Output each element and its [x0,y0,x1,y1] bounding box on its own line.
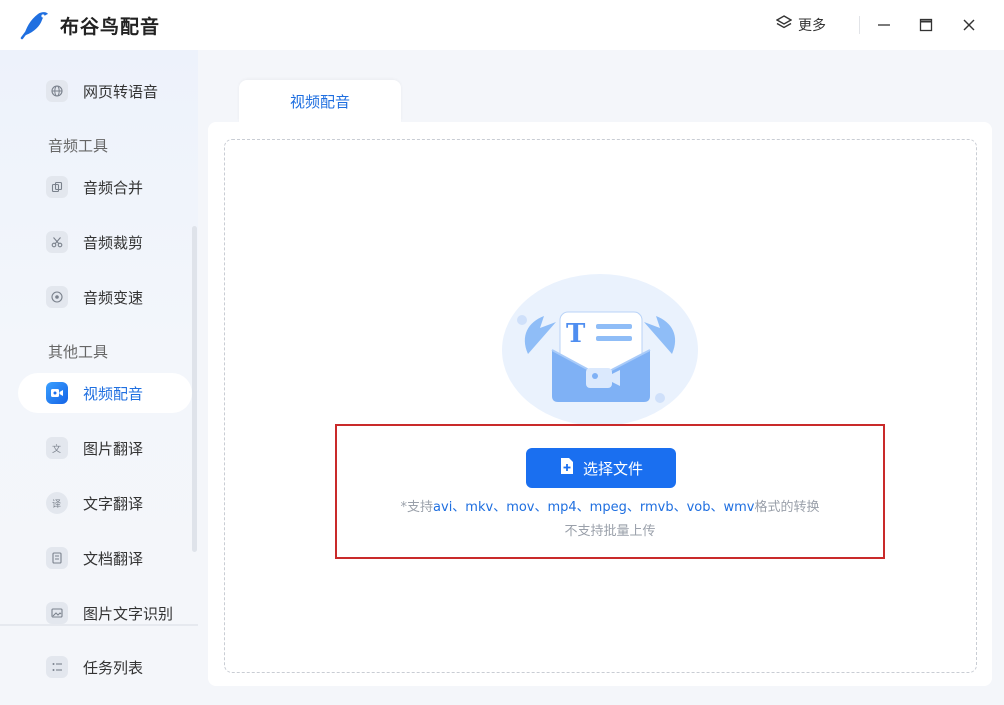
sidebar-item-audio-cut[interactable]: 音频裁剪 [18,222,192,262]
section-title-other-tools: 其他工具 [48,343,109,361]
sidebar-item-audio-speed[interactable]: 音频变速 [18,277,192,317]
titlebar-divider [859,16,860,34]
task-list-icon [46,656,68,678]
select-file-button[interactable]: 选择文件 [526,448,676,488]
scissors-icon [46,231,68,253]
speed-dial-icon [46,286,68,308]
sidebar-item-video-dubbing[interactable]: 视频配音 [18,373,192,413]
svg-text:T: T [566,319,586,349]
app-title: 布谷鸟配音 [60,16,161,38]
globe-icon [46,80,68,102]
title-bar: 布谷鸟配音 更多 [0,0,1004,50]
support-prefix: *支持 [400,500,434,515]
support-format-list: avi、mkv、mov、mp4、mpeg、rmvb、vob、wmv [433,500,755,515]
svg-text:译: 译 [52,499,61,509]
more-label: 更多 [798,18,826,34]
sidebar-item-label: 网页转语音 [83,83,159,101]
chat-translate-icon: 译 [46,492,68,514]
sidebar-item-image-translate[interactable]: 文 图片翻译 [18,428,192,468]
layers-icon [775,15,793,35]
tab-video-dubbing[interactable]: 视频配音 [239,80,401,122]
sidebar-item-label: 视频配音 [83,385,144,403]
sidebar-item-image-ocr[interactable]: 图片文字识别 [18,593,192,633]
sidebar-item-web-to-speech[interactable]: 网页转语音 [18,71,192,111]
image-ocr-icon [46,602,68,624]
sidebar-item-task-list[interactable]: 任务列表 [18,647,192,687]
support-suffix: 格式的转换 [754,500,820,515]
sidebar-divider [0,624,198,626]
image-translate-icon: 文 [46,437,68,459]
video-mic-icon [46,382,68,404]
section-title-audio-tools: 音频工具 [48,137,109,155]
sidebar-scrollbar[interactable] [192,226,197,552]
maximize-icon [919,18,933,32]
supported-formats-text: *支持avi、mkv、mov、mp4、mpeg、rmvb、vob、wmv格式的转… [336,496,884,515]
batch-upload-note: 不支持批量上传 [564,524,656,539]
sidebar-item-document-translate[interactable]: 文档翻译 [18,538,192,578]
envelope-illustration-icon: T [500,272,702,432]
sidebar-item-text-translate[interactable]: 译 文字翻译 [18,483,192,523]
more-button[interactable]: 更多 [775,14,826,36]
sidebar-item-label: 音频变速 [83,289,144,307]
minimize-icon [878,24,890,26]
sidebar-item-label: 音频合并 [83,179,144,197]
sidebar-item-audio-merge[interactable]: 音频合并 [18,167,192,207]
sidebar-item-label: 音频裁剪 [83,234,144,252]
sidebar-item-label: 图片文字识别 [83,605,174,623]
bird-pen-logo-icon [18,10,50,40]
minimize-button[interactable] [872,13,896,37]
merge-icon [46,176,68,198]
close-icon [963,19,975,31]
svg-text:文: 文 [52,443,61,454]
file-plus-icon [559,457,575,479]
sidebar-item-label: 任务列表 [83,659,144,677]
sidebar-item-label: 文字翻译 [83,495,144,513]
document-translate-icon [46,547,68,569]
sidebar-item-label: 文档翻译 [83,550,144,568]
sidebar-item-label: 图片翻译 [83,440,144,458]
select-file-label: 选择文件 [582,459,643,478]
maximize-button[interactable] [914,13,938,37]
close-button[interactable] [957,13,981,37]
